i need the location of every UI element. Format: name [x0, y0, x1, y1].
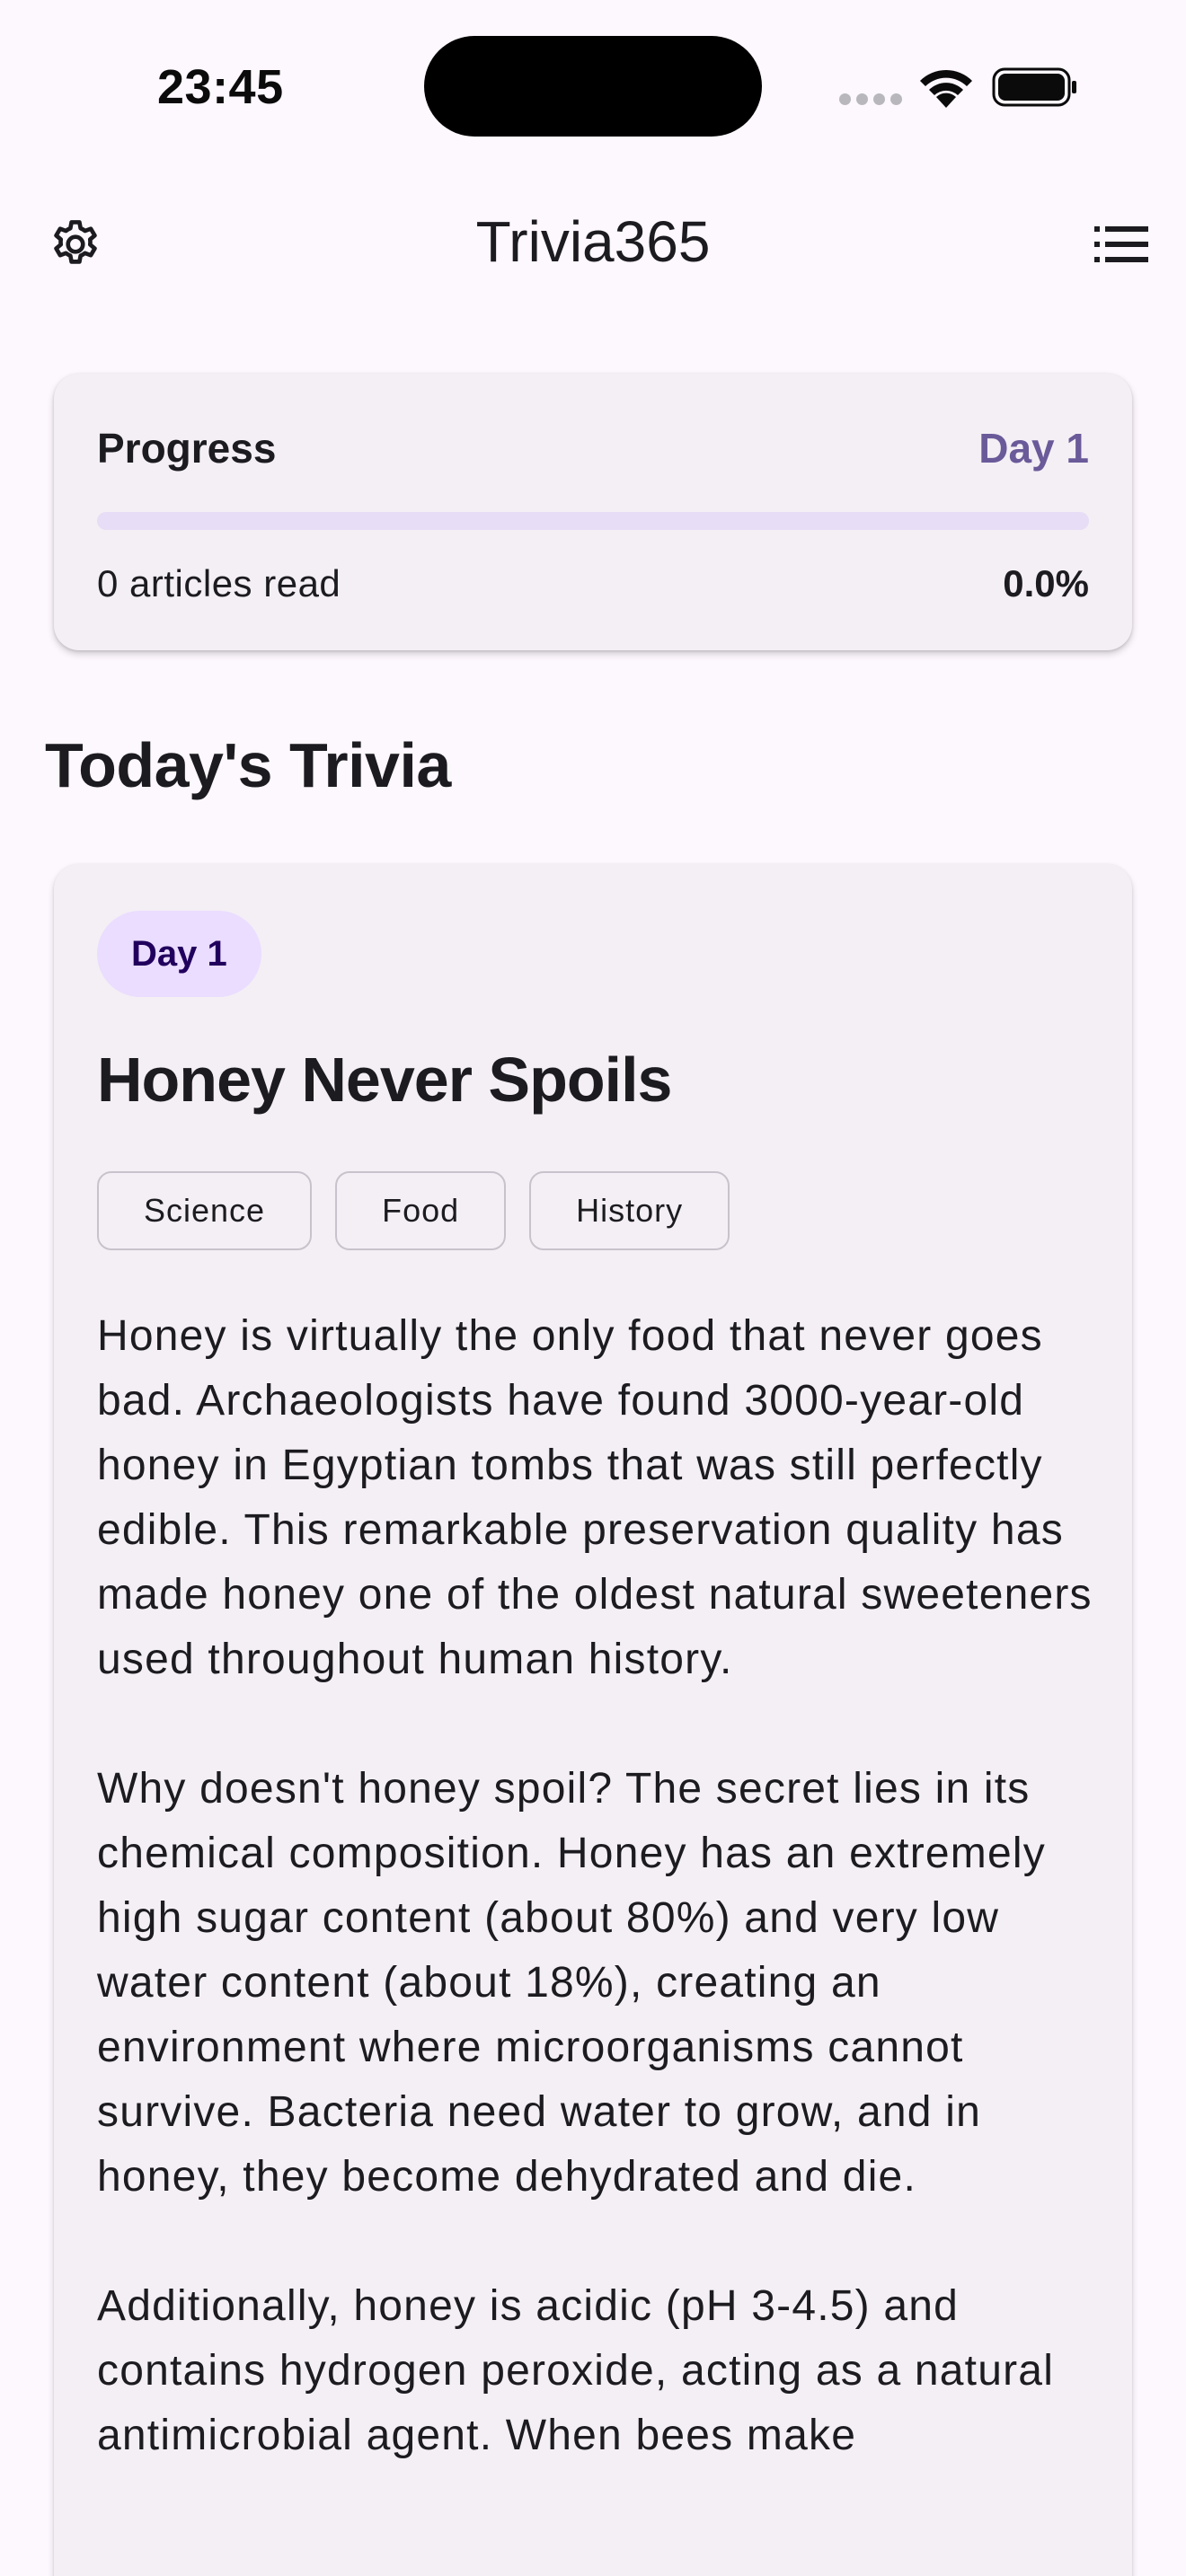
status-bar: 23:45 [0, 0, 1186, 171]
trivia-card[interactable]: Day 1 Honey Never Spoils Science Food Hi… [54, 864, 1132, 2576]
progress-label: Progress [97, 425, 277, 472]
tag-list: Science Food History [97, 1171, 730, 1250]
list-icon [1094, 226, 1148, 262]
articles-read-count: 0 articles read [97, 562, 341, 604]
progress-percent: 0.0% [1003, 562, 1089, 604]
battery-icon [992, 67, 1076, 107]
progress-bar [97, 512, 1089, 530]
day-badge: Day 1 [97, 911, 261, 997]
section-title: Today's Trivia [45, 730, 451, 800]
progress-day: Day 1 [978, 425, 1089, 472]
tag-chip[interactable]: History [529, 1171, 730, 1250]
tag-chip[interactable]: Food [335, 1171, 507, 1250]
dynamic-island [424, 36, 762, 137]
trivia-paragraph: Why doesn't honey spoil? The secret lies… [97, 1765, 1046, 2201]
tag-chip[interactable]: Science [97, 1171, 313, 1250]
app-title: Trivia365 [475, 209, 711, 274]
progress-card: Progress Day 1 0 articles read 0.0% [54, 374, 1132, 650]
list-button[interactable] [1082, 205, 1161, 284]
wifi-icon [920, 69, 972, 108]
trivia-paragraph: Honey is virtually the only food that ne… [97, 1312, 1093, 1683]
trivia-body: Honey is virtually the only food that ne… [97, 1304, 1094, 2533]
status-time: 23:45 [157, 60, 284, 114]
cellular-signal-icon [839, 93, 902, 106]
app-bar: Trivia365 [0, 171, 1186, 314]
trivia-home-screen: 23:45 Trivia365 Progress Day 1 0 article… [0, 0, 1186, 2576]
trivia-paragraph: Additionally, honey is acidic (pH 3-4.5)… [97, 2282, 1055, 2459]
trivia-title: Honey Never Spoils [97, 1045, 672, 1115]
